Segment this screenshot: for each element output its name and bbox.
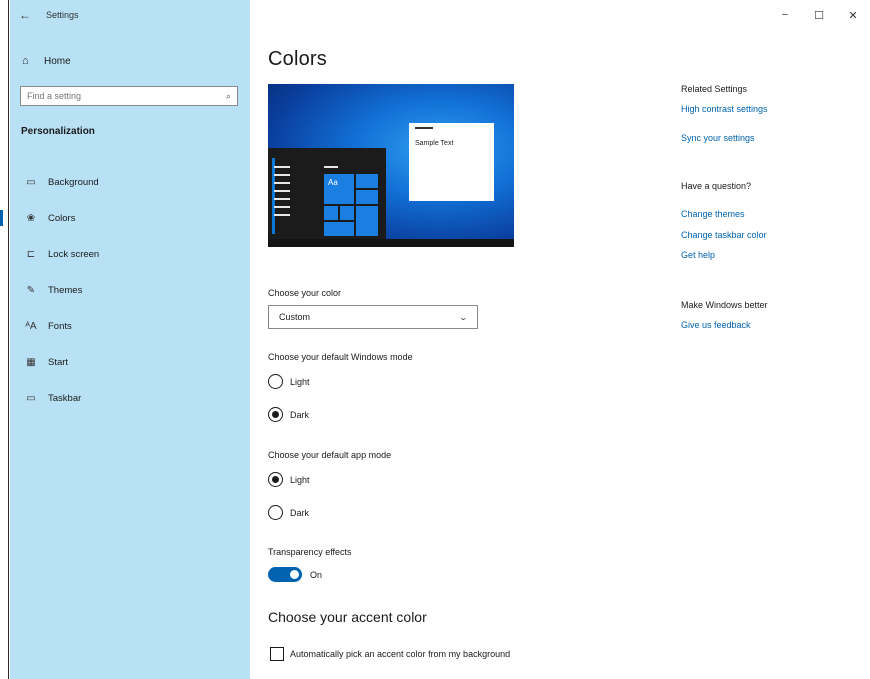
transparency-label: Transparency effects — [268, 547, 352, 557]
sidebar-item-label: Taskbar — [48, 392, 82, 404]
sidebar-item-label: Background — [48, 176, 99, 188]
sidebar-item-background[interactable]: ▭ Background — [10, 164, 250, 200]
auto-accent-checkbox[interactable] — [270, 647, 284, 661]
sidebar-item-fonts[interactable]: ᴬA Fonts — [10, 308, 250, 344]
radio-label: Dark — [290, 507, 310, 518]
sidebar-item-label: Fonts — [48, 320, 72, 332]
accent-color-title: Choose your accent color — [268, 609, 427, 625]
high-contrast-link[interactable]: High contrast settings — [681, 104, 768, 114]
chevron-down-icon: ⌄ — [458, 312, 469, 322]
title-bar: ← Settings — [10, 0, 250, 30]
search-icon[interactable]: ⌕ — [226, 91, 231, 102]
app-mode-light-radio[interactable]: Light — [268, 472, 310, 487]
sidebar-item-lock-screen[interactable]: ⊏ Lock screen — [10, 236, 250, 272]
app-mode-label: Choose your default app mode — [268, 450, 392, 460]
change-themes-link[interactable]: Change themes — [681, 209, 745, 219]
start-icon: ▦ — [26, 356, 36, 368]
choose-color-dropdown[interactable]: Custom ⌄ — [268, 305, 478, 329]
window-controls: − ☐ ✕ — [768, 0, 870, 30]
toggle-state-label: On — [310, 569, 323, 580]
search-box[interactable]: ⌕ — [20, 86, 238, 106]
back-arrow-icon[interactable]: ← — [10, 0, 40, 30]
preview-taskbar — [268, 239, 514, 247]
preview-menu-line — [324, 166, 338, 168]
radio-label: Dark — [290, 409, 310, 420]
preview-tile — [340, 206, 354, 220]
sidebar-item-start[interactable]: ▦ Start — [10, 344, 250, 380]
search-input[interactable] — [27, 91, 197, 101]
themes-icon: ✎ — [26, 284, 36, 296]
sidebar-nav: ▭ Background ❀ Colors ⊏ Lock screen ✎ Th… — [0, 164, 250, 416]
sidebar-item-label: Themes — [48, 284, 83, 296]
sidebar-section-title: Personalization — [21, 126, 95, 137]
window-title: Settings — [46, 10, 79, 20]
auto-accent-checkbox-row[interactable]: Automatically pick an accent color from … — [270, 647, 510, 661]
app-mode-dark-radio[interactable]: Dark — [268, 505, 309, 520]
page-title: Colors — [268, 48, 327, 70]
settings-window: ← Settings − ☐ ✕ ⌂ Home ⌕ Personalizatio… — [0, 0, 870, 679]
theme-preview: Aa Sample Text — [268, 84, 514, 247]
radio-circle[interactable] — [268, 472, 283, 487]
dropdown-value: Custom — [279, 312, 311, 322]
preview-sample-text: Sample Text — [415, 140, 454, 147]
transparency-toggle[interactable] — [268, 567, 302, 582]
sidebar-item-label: Colors — [48, 212, 76, 224]
fonts-icon: ᴬA — [25, 320, 37, 332]
choose-color-label: Choose your color — [268, 288, 342, 298]
close-button[interactable]: ✕ — [836, 0, 870, 30]
sidebar-item-label: Start — [48, 356, 69, 368]
preview-tile — [356, 190, 378, 204]
sync-settings-link[interactable]: Sync your settings — [681, 133, 755, 143]
transparency-toggle-row[interactable]: On — [268, 567, 322, 582]
windows-mode-label: Choose your default Windows mode — [268, 352, 413, 362]
preview-side-list — [274, 166, 294, 222]
home-label: Home — [44, 55, 71, 67]
radio-label: Light — [290, 474, 310, 485]
home-nav-item[interactable]: ⌂ Home — [10, 50, 250, 72]
window-left-edge — [0, 0, 9, 679]
radio-label: Light — [290, 376, 310, 387]
radio-circle[interactable] — [268, 505, 283, 520]
radio-circle[interactable] — [268, 407, 283, 422]
preview-tile — [324, 206, 338, 220]
sidebar-item-themes[interactable]: ✎ Themes — [10, 272, 250, 308]
lock-screen-icon: ⊏ — [26, 248, 36, 260]
sidebar-item-taskbar[interactable]: ▭ Taskbar — [10, 380, 250, 416]
palette-icon: ❀ — [26, 212, 36, 224]
preview-tile — [356, 174, 378, 188]
minimize-button[interactable]: − — [768, 0, 802, 30]
windows-mode-light-radio[interactable]: Light — [268, 374, 310, 389]
preview-tile — [356, 206, 378, 236]
get-help-link[interactable]: Get help — [681, 250, 715, 260]
preview-tile — [324, 222, 354, 236]
windows-mode-dark-radio[interactable]: Dark — [268, 407, 309, 422]
preview-window: Sample Text — [409, 123, 494, 201]
sidebar-item-label: Lock screen — [48, 248, 100, 260]
sidebar-item-colors[interactable]: ❀ Colors — [0, 200, 250, 236]
radio-circle[interactable] — [268, 374, 283, 389]
maximize-button[interactable]: ☐ — [802, 0, 836, 30]
taskbar-icon: ▭ — [26, 392, 36, 404]
change-taskbar-color-link[interactable]: Change taskbar color — [681, 230, 767, 240]
question-title: Have a question? — [681, 181, 752, 191]
checkbox-label: Automatically pick an accent color from … — [290, 649, 511, 659]
related-settings-title: Related Settings — [681, 84, 748, 94]
picture-icon: ▭ — [26, 176, 36, 188]
preview-tile-large: Aa — [324, 174, 354, 204]
home-icon: ⌂ — [22, 55, 29, 67]
give-feedback-link[interactable]: Give us feedback — [681, 320, 751, 330]
make-windows-better-title: Make Windows better — [681, 300, 768, 310]
